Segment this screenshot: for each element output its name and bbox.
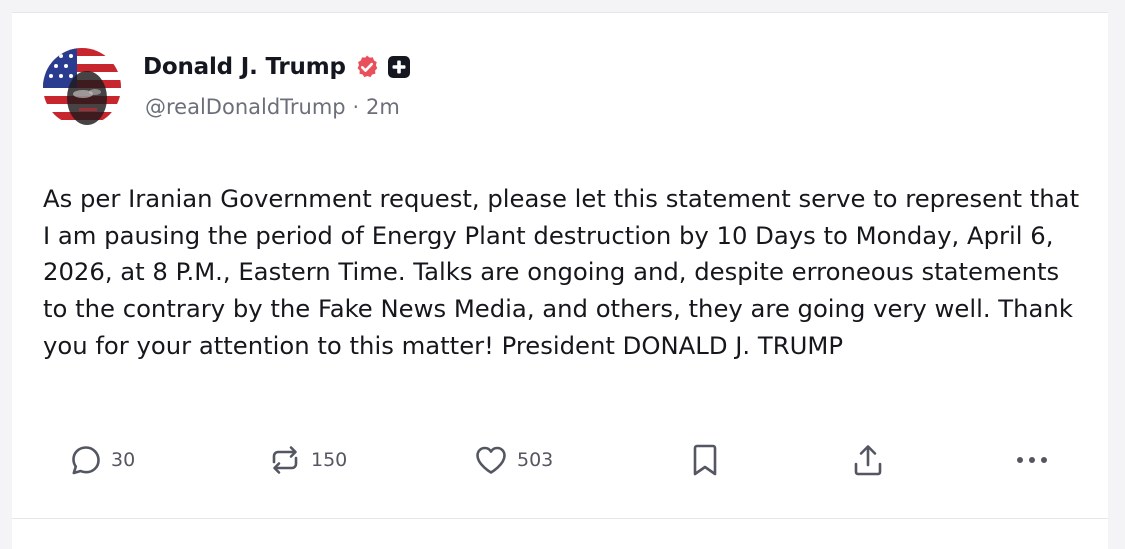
- speech-bubble-icon: [68, 442, 104, 478]
- share-button[interactable]: [850, 438, 886, 482]
- bookmark-icon: [690, 441, 720, 479]
- avatar[interactable]: [43, 48, 121, 126]
- plus-badge-icon: [387, 56, 410, 78]
- reply-button[interactable]: 30: [68, 438, 135, 482]
- post-card: Donald J. Trump @realDonaldTrump · 2m As…: [12, 12, 1108, 519]
- post-meta: @realDonaldTrump · 2m: [145, 95, 400, 119]
- repost-button[interactable]: 150: [266, 438, 347, 482]
- author-handle[interactable]: @realDonaldTrump: [145, 95, 346, 119]
- reply-count: 30: [111, 449, 136, 471]
- next-post-card: [12, 519, 1108, 549]
- heart-icon: [472, 442, 510, 478]
- post-body: As per Iranian Government request, pleas…: [43, 184, 1080, 360]
- repost-arrows-icon: [266, 442, 304, 478]
- like-count: 503: [517, 449, 554, 471]
- post-timestamp[interactable]: 2m: [366, 95, 400, 119]
- share-upload-icon: [850, 441, 886, 479]
- author-display-name[interactable]: Donald J. Trump: [143, 54, 346, 80]
- bookmark-button[interactable]: [690, 438, 720, 482]
- verified-badge-icon: [354, 54, 380, 80]
- more-options-button[interactable]: [1012, 438, 1052, 482]
- like-button[interactable]: 503: [472, 438, 553, 482]
- more-dots-icon: [1012, 450, 1052, 470]
- avatar-image: [43, 48, 121, 126]
- repost-count: 150: [311, 449, 348, 471]
- author-row: Donald J. Trump: [143, 51, 410, 83]
- post-action-bar: 30 150 503: [12, 438, 1108, 482]
- meta-separator: ·: [352, 95, 359, 119]
